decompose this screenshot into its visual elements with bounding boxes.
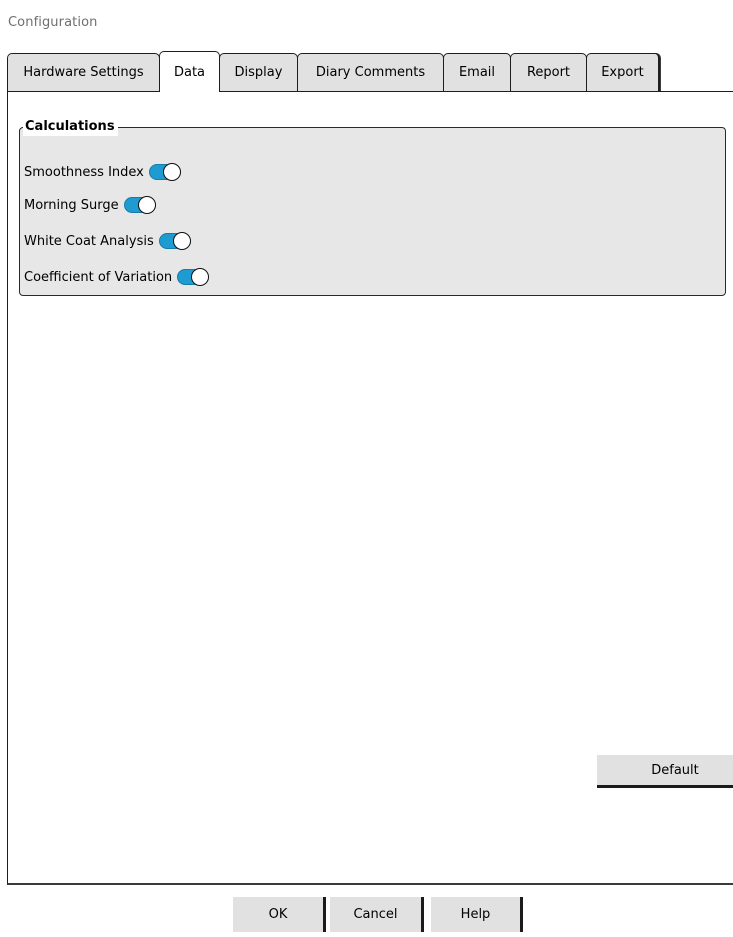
tab-bar: Hardware Settings Data Display Diary Com…: [7, 51, 660, 92]
default-button[interactable]: Default: [597, 755, 733, 788]
toggle-knob: [172, 232, 191, 250]
option-smoothness-index: Smoothness Index: [24, 163, 181, 181]
option-coefficient-of-variation: Coefficient of Variation: [24, 268, 210, 286]
option-white-coat-analysis: White Coat Analysis: [24, 232, 191, 250]
option-label: Smoothness Index: [24, 164, 144, 180]
tab-hardware-settings[interactable]: Hardware Settings: [7, 53, 160, 91]
tab-export[interactable]: Export: [586, 53, 660, 91]
window-title: Configuration: [8, 15, 98, 30]
morning-surge-toggle[interactable]: [123, 196, 156, 214]
coefficient-of-variation-toggle[interactable]: [177, 268, 210, 286]
option-morning-surge: Morning Surge: [24, 196, 156, 214]
tab-report[interactable]: Report: [510, 53, 587, 91]
tab-data[interactable]: Data: [159, 51, 220, 92]
option-label: White Coat Analysis: [24, 233, 154, 249]
ok-button[interactable]: OK: [233, 897, 326, 932]
tab-diary-comments[interactable]: Diary Comments: [297, 53, 444, 91]
toggle-knob: [191, 268, 210, 286]
toggle-knob: [137, 196, 156, 214]
tab-email[interactable]: Email: [443, 53, 511, 91]
tab-display[interactable]: Display: [219, 53, 298, 91]
option-label: Coefficient of Variation: [24, 269, 173, 285]
cancel-button[interactable]: Cancel: [330, 897, 424, 932]
toggle-knob: [162, 163, 181, 181]
calculations-group-title: Calculations: [23, 118, 118, 136]
help-button[interactable]: Help: [431, 897, 523, 932]
white-coat-analysis-toggle[interactable]: [158, 232, 191, 250]
smoothness-index-toggle[interactable]: [148, 163, 181, 181]
calculations-group: Calculations Smoothness Index Morning Su…: [19, 118, 726, 296]
option-label: Morning Surge: [24, 197, 119, 213]
